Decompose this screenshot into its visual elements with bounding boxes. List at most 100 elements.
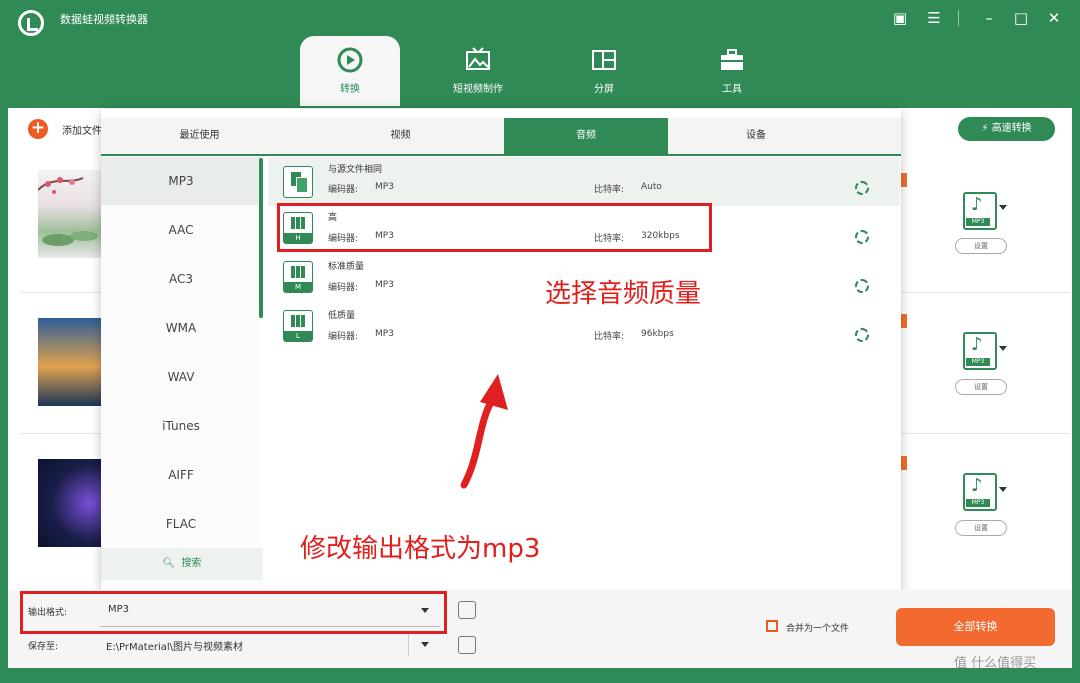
copy-shape [296, 177, 308, 193]
music-note-icon: ♪ [971, 475, 983, 496]
status-tag [901, 456, 907, 470]
feedback-icon[interactable]: ▣ [889, 8, 911, 28]
title-bar [0, 0, 1080, 108]
format-item-wma[interactable]: WMA [101, 304, 261, 352]
tab-convert-label: 转换 [340, 84, 360, 95]
grid-shape [291, 315, 305, 327]
encoder-value: MP3 [375, 329, 394, 339]
tab-tools[interactable]: 工具 [682, 36, 782, 106]
bitrate-label: 比特率: [594, 332, 625, 342]
tab-split-screen-label: 分屏 [594, 84, 614, 95]
status-tag [901, 173, 907, 187]
tab-video[interactable]: 视频 [298, 118, 503, 154]
quality-badge: M [284, 282, 312, 292]
folder-icon[interactable] [458, 636, 476, 654]
save-to-label: 保存至: [28, 642, 59, 652]
tab-convert[interactable]: 转换 [300, 36, 400, 106]
quality-name: 标准质量 [328, 262, 365, 272]
status-tag [901, 314, 907, 328]
tab-recent[interactable]: 最近使用 [101, 118, 298, 154]
quality-row[interactable] [268, 304, 900, 353]
search-label: 搜索 [181, 558, 202, 569]
format-item-flac[interactable]: FLAC [101, 500, 261, 548]
merge-label: 合并为一个文件 [786, 624, 850, 634]
quality-badge: L [284, 331, 312, 341]
quality-name: 低质量 [328, 311, 356, 321]
video-thumbnail[interactable] [38, 318, 102, 406]
format-list-scrollbar[interactable] [259, 158, 263, 318]
app-logo-icon [18, 10, 44, 36]
annotation-select-quality: 选择音频质量 [545, 279, 702, 309]
bitrate-value: Auto [641, 182, 662, 192]
titlebar-divider [958, 10, 959, 26]
watermark: 值 什么值得买 [954, 656, 1037, 671]
grid-shape [291, 266, 305, 278]
field-divider [408, 634, 409, 656]
thumbnail-art [37, 177, 98, 246]
format-item-ac3[interactable]: AC3 [101, 255, 261, 303]
app-title: 数据蛙视频转换器 [60, 13, 148, 26]
chevron-down-icon[interactable] [999, 346, 1007, 351]
settings-button[interactable]: 设置 [955, 238, 1007, 254]
encoder-value: MP3 [375, 280, 394, 290]
toolbox-icon [721, 49, 743, 70]
bitrate-label: 比特率: [594, 185, 625, 195]
fast-convert-label: 高速转换 [991, 123, 1032, 134]
gear-icon[interactable] [855, 181, 869, 195]
convert-all-button[interactable]: 全部转换 [896, 608, 1055, 646]
tab-device[interactable]: 设备 [668, 118, 844, 154]
settings-button[interactable]: 设置 [955, 379, 1007, 395]
tab-tools-label: 工具 [722, 84, 742, 95]
encoder-value: MP3 [375, 182, 394, 192]
maximize-icon[interactable]: □ [1010, 8, 1032, 28]
gear-icon[interactable] [855, 230, 869, 244]
annotation-arrow-icon [460, 374, 508, 489]
image-icon [466, 47, 490, 70]
close-icon[interactable]: ✕ [1043, 8, 1065, 28]
tab-split-screen[interactable]: 分屏 [554, 36, 654, 106]
format-item-mp3[interactable]: MP3 [101, 157, 261, 205]
search-icon: 🔍︎ [162, 558, 176, 569]
chevron-down-icon[interactable] [999, 487, 1007, 492]
output-format-icon[interactable]: ♪ MP3 [963, 192, 997, 230]
format-item-itunes[interactable]: iTunes [101, 402, 261, 450]
save-path-field[interactable]: E:\PrMaterial\图片与视频素材 [106, 638, 243, 653]
convert-icon [337, 47, 363, 73]
encoder-label: 编码器: [328, 185, 359, 195]
format-item-aiff[interactable]: AIFF [101, 451, 261, 499]
video-thumbnail[interactable] [38, 459, 102, 547]
menu-icon[interactable]: ☰ [923, 8, 945, 28]
gear-icon[interactable] [855, 328, 869, 342]
minimize-icon[interactable]: – [978, 8, 1000, 28]
add-file-label[interactable]: 添加文件 [62, 122, 102, 137]
format-settings-icon[interactable] [458, 601, 476, 619]
format-label: MP3 [966, 499, 990, 507]
chevron-down-icon[interactable] [999, 205, 1007, 210]
gear-icon[interactable] [855, 279, 869, 293]
annotation-change-format: 修改输出格式为mp3 [300, 534, 541, 564]
output-format-icon[interactable]: ♪ MP3 [963, 473, 997, 511]
format-item-aac[interactable]: AAC [101, 206, 261, 254]
merge-checkbox[interactable] [766, 620, 778, 632]
add-file-icon[interactable]: + [28, 119, 48, 139]
fast-convert-button[interactable]: ⚡ 高速转换 [958, 117, 1055, 141]
bitrate-value: 96kbps [641, 329, 674, 339]
output-format-icon[interactable]: ♪ MP3 [963, 332, 997, 370]
settings-button[interactable]: 设置 [955, 520, 1007, 536]
tab-short-video-label: 短视频制作 [453, 84, 503, 95]
highlight-box-quality [277, 203, 712, 252]
format-item-wav[interactable]: WAV [101, 353, 261, 401]
music-note-icon: ♪ [971, 334, 983, 355]
chevron-down-icon[interactable] [421, 642, 429, 647]
split-screen-icon [592, 50, 616, 70]
video-thumbnail[interactable] [37, 170, 102, 258]
tab-audio[interactable]: 音频 [504, 118, 668, 154]
encoder-label: 编码器: [328, 283, 359, 293]
format-label: MP3 [966, 358, 990, 366]
format-search[interactable]: 🔍︎ 搜索 [101, 548, 263, 580]
music-note-icon: ♪ [971, 194, 983, 215]
highlight-box-output-format [20, 591, 447, 634]
quality-standard-icon: M [283, 261, 313, 293]
format-label: MP3 [966, 218, 990, 226]
tab-short-video[interactable]: 短视频制作 [428, 36, 528, 106]
